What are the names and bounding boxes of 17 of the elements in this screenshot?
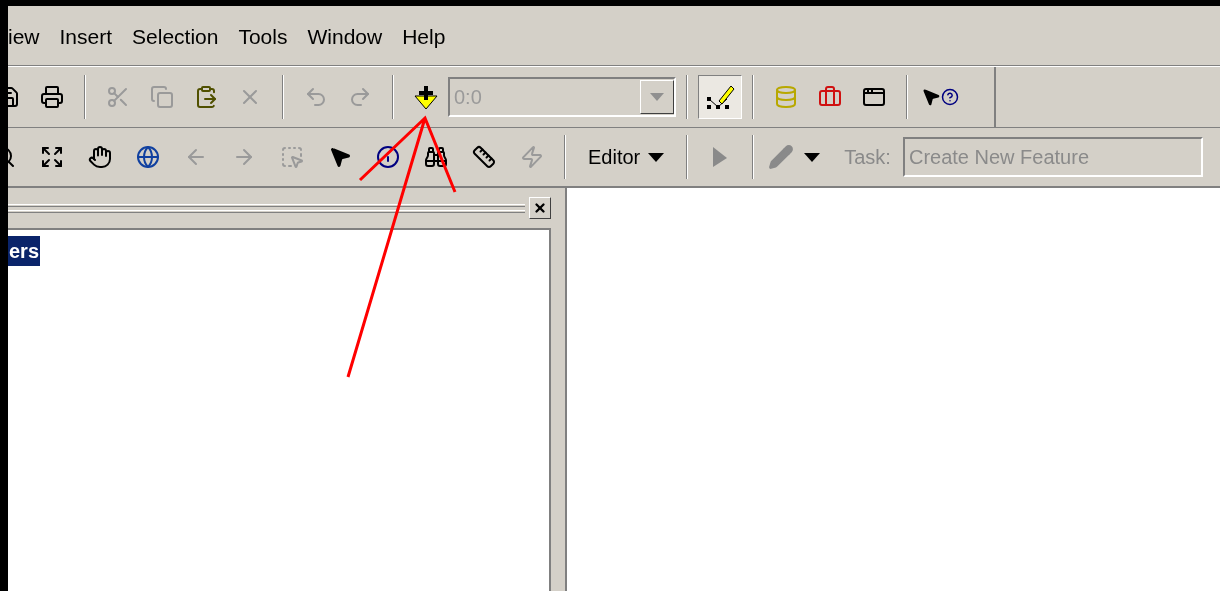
caret-icon (650, 93, 664, 101)
menu-item[interactable]: Insert (59, 20, 113, 53)
menu-item[interactable]: Tools (238, 20, 288, 53)
tree-item[interactable]: ers (8, 236, 41, 266)
close-icon (533, 201, 547, 215)
caret-icon (648, 152, 665, 162)
editor-menu-button[interactable]: Editor (576, 135, 677, 179)
menu-item[interactable]: Help (402, 20, 446, 53)
menu-item[interactable]: Window (307, 20, 383, 53)
menu-item[interactable]: iew (8, 20, 40, 53)
scale-value: 0:0 (453, 85, 483, 110)
toolbar-button[interactable] (698, 75, 742, 119)
menu-item[interactable]: Selection (132, 20, 219, 53)
task-label: Task: (844, 145, 891, 170)
caret-icon (804, 152, 821, 162)
pencil-icon (768, 144, 795, 170)
close-button[interactable] (529, 197, 551, 219)
